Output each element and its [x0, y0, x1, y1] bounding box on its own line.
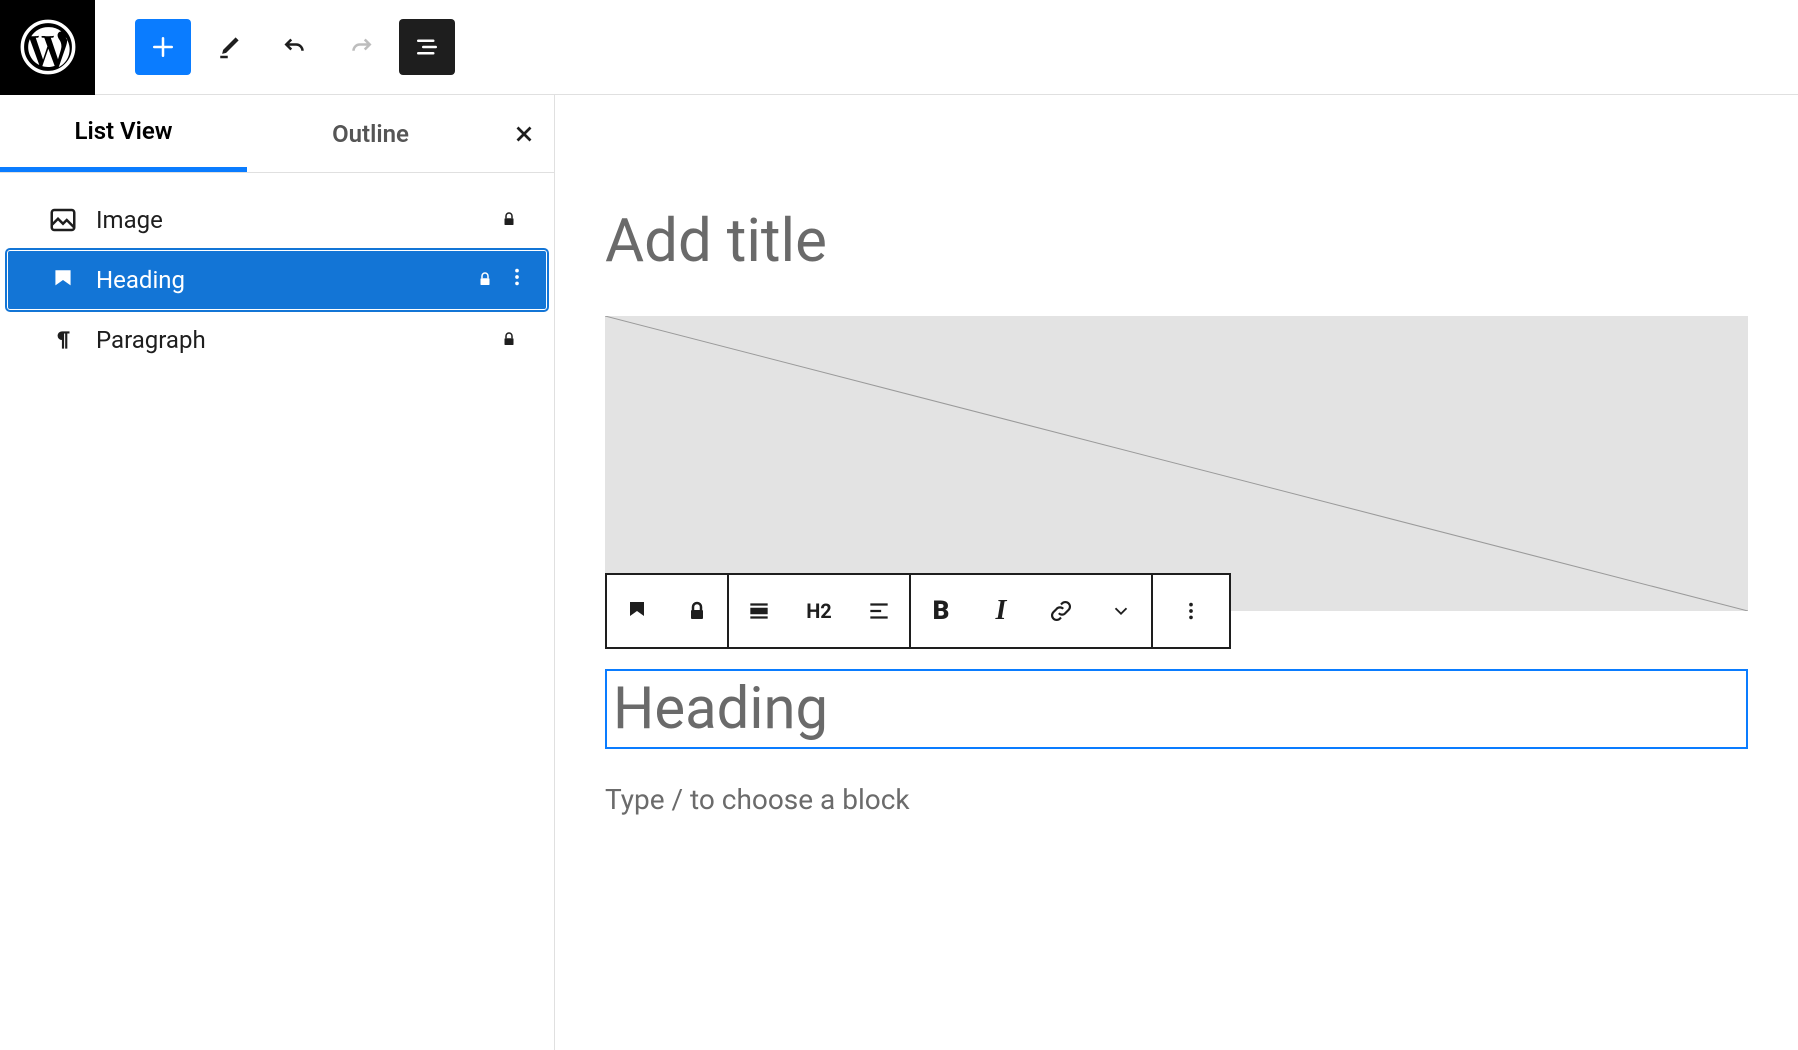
italic-button[interactable]: I [971, 575, 1031, 647]
block-item-label: Heading [96, 266, 476, 294]
heading-icon [625, 599, 649, 623]
block-item-heading[interactable]: Heading [8, 251, 546, 309]
more-rich-text-button[interactable] [1091, 575, 1151, 647]
link-icon [1048, 598, 1074, 624]
image-block-placeholder[interactable] [605, 316, 1748, 611]
block-item-label: Paragraph [96, 326, 500, 354]
wordpress-logo[interactable] [0, 0, 95, 95]
tab-list-view[interactable]: List View [0, 95, 247, 172]
more-vertical-icon [1180, 600, 1202, 622]
bold-button[interactable]: B [911, 575, 971, 647]
sidebar-tabs: List View Outline [0, 95, 554, 173]
heading-block-input[interactable]: Heading [605, 669, 1748, 749]
lock-button[interactable] [667, 575, 727, 647]
lock-icon [500, 206, 518, 234]
toolbar-buttons [95, 19, 455, 75]
block-list: Image Heading [0, 173, 554, 371]
heading-block-icon [48, 265, 78, 295]
block-toolbar: H2 B I [605, 573, 1231, 649]
lock-icon [500, 326, 518, 354]
lock-icon [685, 599, 709, 623]
undo-button[interactable] [267, 19, 323, 75]
plus-icon [148, 32, 178, 62]
post-title-input[interactable]: Add title [605, 205, 1748, 276]
lock-icon [476, 266, 494, 294]
link-button[interactable] [1031, 575, 1091, 647]
block-options-button[interactable] [506, 266, 530, 294]
paragraph-block-icon [48, 325, 78, 355]
block-options-button[interactable] [1153, 575, 1229, 647]
block-item-paragraph[interactable]: Paragraph [8, 311, 546, 369]
editor-canvas: Add title H2 [555, 95, 1798, 1050]
tab-outline[interactable]: Outline [247, 95, 494, 172]
add-block-button[interactable] [135, 19, 191, 75]
main-layout: List View Outline Image [0, 95, 1798, 1050]
placeholder-bg-icon [605, 316, 1748, 611]
tools-button[interactable] [201, 19, 257, 75]
image-block-icon [48, 205, 78, 235]
redo-icon [346, 32, 376, 62]
text-align-icon [866, 598, 892, 624]
close-sidebar-button[interactable] [494, 121, 554, 147]
undo-icon [280, 32, 310, 62]
chevron-down-icon [1110, 600, 1132, 622]
close-icon [511, 121, 537, 147]
redo-button[interactable] [333, 19, 389, 75]
text-align-button[interactable] [849, 575, 909, 647]
list-view-sidebar: List View Outline Image [0, 95, 555, 1050]
document-overview-button[interactable] [399, 19, 455, 75]
align-icon [746, 598, 772, 624]
paragraph-block-placeholder[interactable]: Type / to choose a block [605, 783, 1748, 816]
block-type-button[interactable] [607, 575, 667, 647]
align-button[interactable] [729, 575, 789, 647]
block-item-label: Image [96, 206, 500, 234]
pencil-icon [214, 32, 244, 62]
heading-level-button[interactable]: H2 [789, 575, 849, 647]
list-view-icon [412, 32, 442, 62]
top-toolbar [0, 0, 1798, 95]
wordpress-icon [20, 19, 76, 75]
block-item-image[interactable]: Image [8, 191, 546, 249]
